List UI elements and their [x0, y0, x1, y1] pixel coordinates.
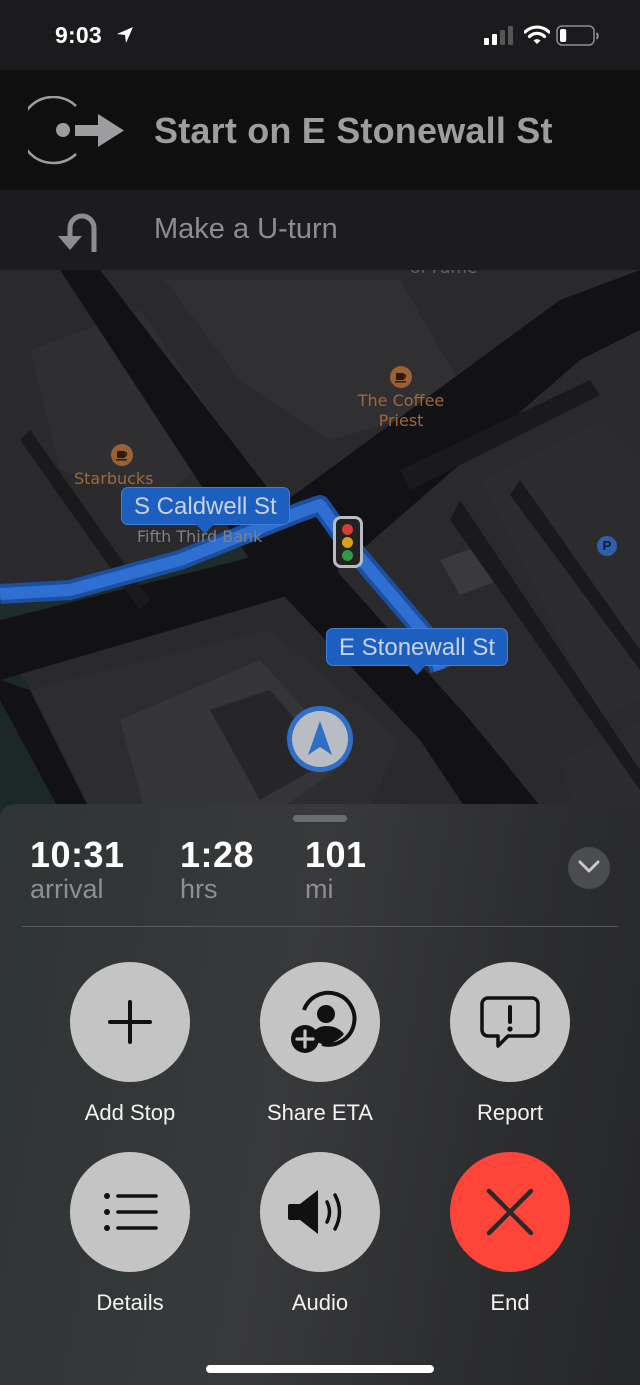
- poi-starbucks[interactable]: Starbucks: [74, 469, 154, 489]
- location-arrow-icon: [117, 27, 133, 43]
- clipped-map-label: of Fame: [410, 270, 477, 278]
- user-location-arrow-icon[interactable]: [287, 706, 353, 772]
- end-label: End: [490, 1290, 530, 1315]
- close-x-icon: [486, 1188, 534, 1236]
- status-bar: 9:03: [0, 0, 640, 70]
- distance-value: 101: [305, 834, 367, 875]
- u-turn-icon: [58, 213, 97, 252]
- report-button[interactable]: Report: [435, 962, 585, 1126]
- details-button[interactable]: Details: [55, 1152, 205, 1316]
- secondary-instruction: Make a U-turn: [154, 213, 338, 245]
- audio-button[interactable]: Audio: [245, 1152, 395, 1316]
- cellular-signal-icon: [484, 26, 513, 45]
- home-indicator[interactable]: [206, 1365, 434, 1373]
- wifi-icon: [524, 25, 550, 44]
- distance-label: mi: [305, 874, 334, 904]
- end-route-button[interactable]: End: [435, 1152, 585, 1316]
- details-label: Details: [96, 1290, 164, 1315]
- street-label-e-stonewall: E Stonewall St: [326, 628, 509, 675]
- street-label-s-caldwell: S Caldwell St: [121, 487, 290, 534]
- report-exclamation-bubble-icon: [480, 996, 540, 1048]
- battery-icon: [556, 25, 599, 46]
- status-time: 9:03: [55, 22, 102, 48]
- depart-arrow-icon: [28, 96, 124, 165]
- distance-stat: 101 mi: [305, 834, 367, 904]
- plus-icon: [108, 1000, 152, 1044]
- duration-label: hrs: [180, 874, 218, 904]
- poi-label-line1: The Coffee: [357, 391, 445, 410]
- primary-instruction: Start on E Stonewall St: [154, 110, 553, 151]
- chevron-down-icon: [578, 860, 600, 873]
- sheet-divider: [22, 926, 618, 927]
- add-stop-button[interactable]: Add Stop: [55, 962, 205, 1126]
- list-bullet-icon: [104, 1193, 158, 1231]
- duration-stat: 1:28 hrs: [180, 834, 254, 904]
- audio-label: Audio: [291, 1290, 349, 1315]
- speaker-wave-icon: [288, 1190, 342, 1234]
- arrival-time: 10:31: [30, 834, 125, 875]
- poi-fifth-third-bank[interactable]: Fifth Third Bank: [137, 527, 262, 546]
- duration-value: 1:28: [180, 834, 255, 875]
- share-eta-button[interactable]: Share ETA: [245, 962, 395, 1126]
- poi-the-coffee-priest[interactable]: The Coffee Priest: [350, 391, 452, 431]
- collapse-sheet-button[interactable]: [568, 847, 610, 889]
- parking-icon[interactable]: P: [597, 536, 617, 556]
- report-label: Report: [476, 1100, 544, 1125]
- add-stop-label: Add Stop: [84, 1100, 176, 1125]
- traffic-light-icon: [333, 516, 363, 568]
- sheet-grabber[interactable]: [293, 815, 347, 822]
- poi-label-line2: Priest: [378, 411, 424, 430]
- coffee-cup-icon[interactable]: [390, 366, 412, 388]
- arrival-label: arrival: [30, 874, 104, 904]
- arrival-stat: 10:31 arrival: [30, 834, 125, 904]
- share-eta-label: Share ETA: [267, 1100, 373, 1125]
- trip-sheet: 10:31 arrival 1:28 hrs 101 mi Add Stop S…: [0, 804, 640, 1385]
- coffee-cup-icon[interactable]: [111, 444, 133, 466]
- share-person-plus-icon: [291, 990, 357, 1053]
